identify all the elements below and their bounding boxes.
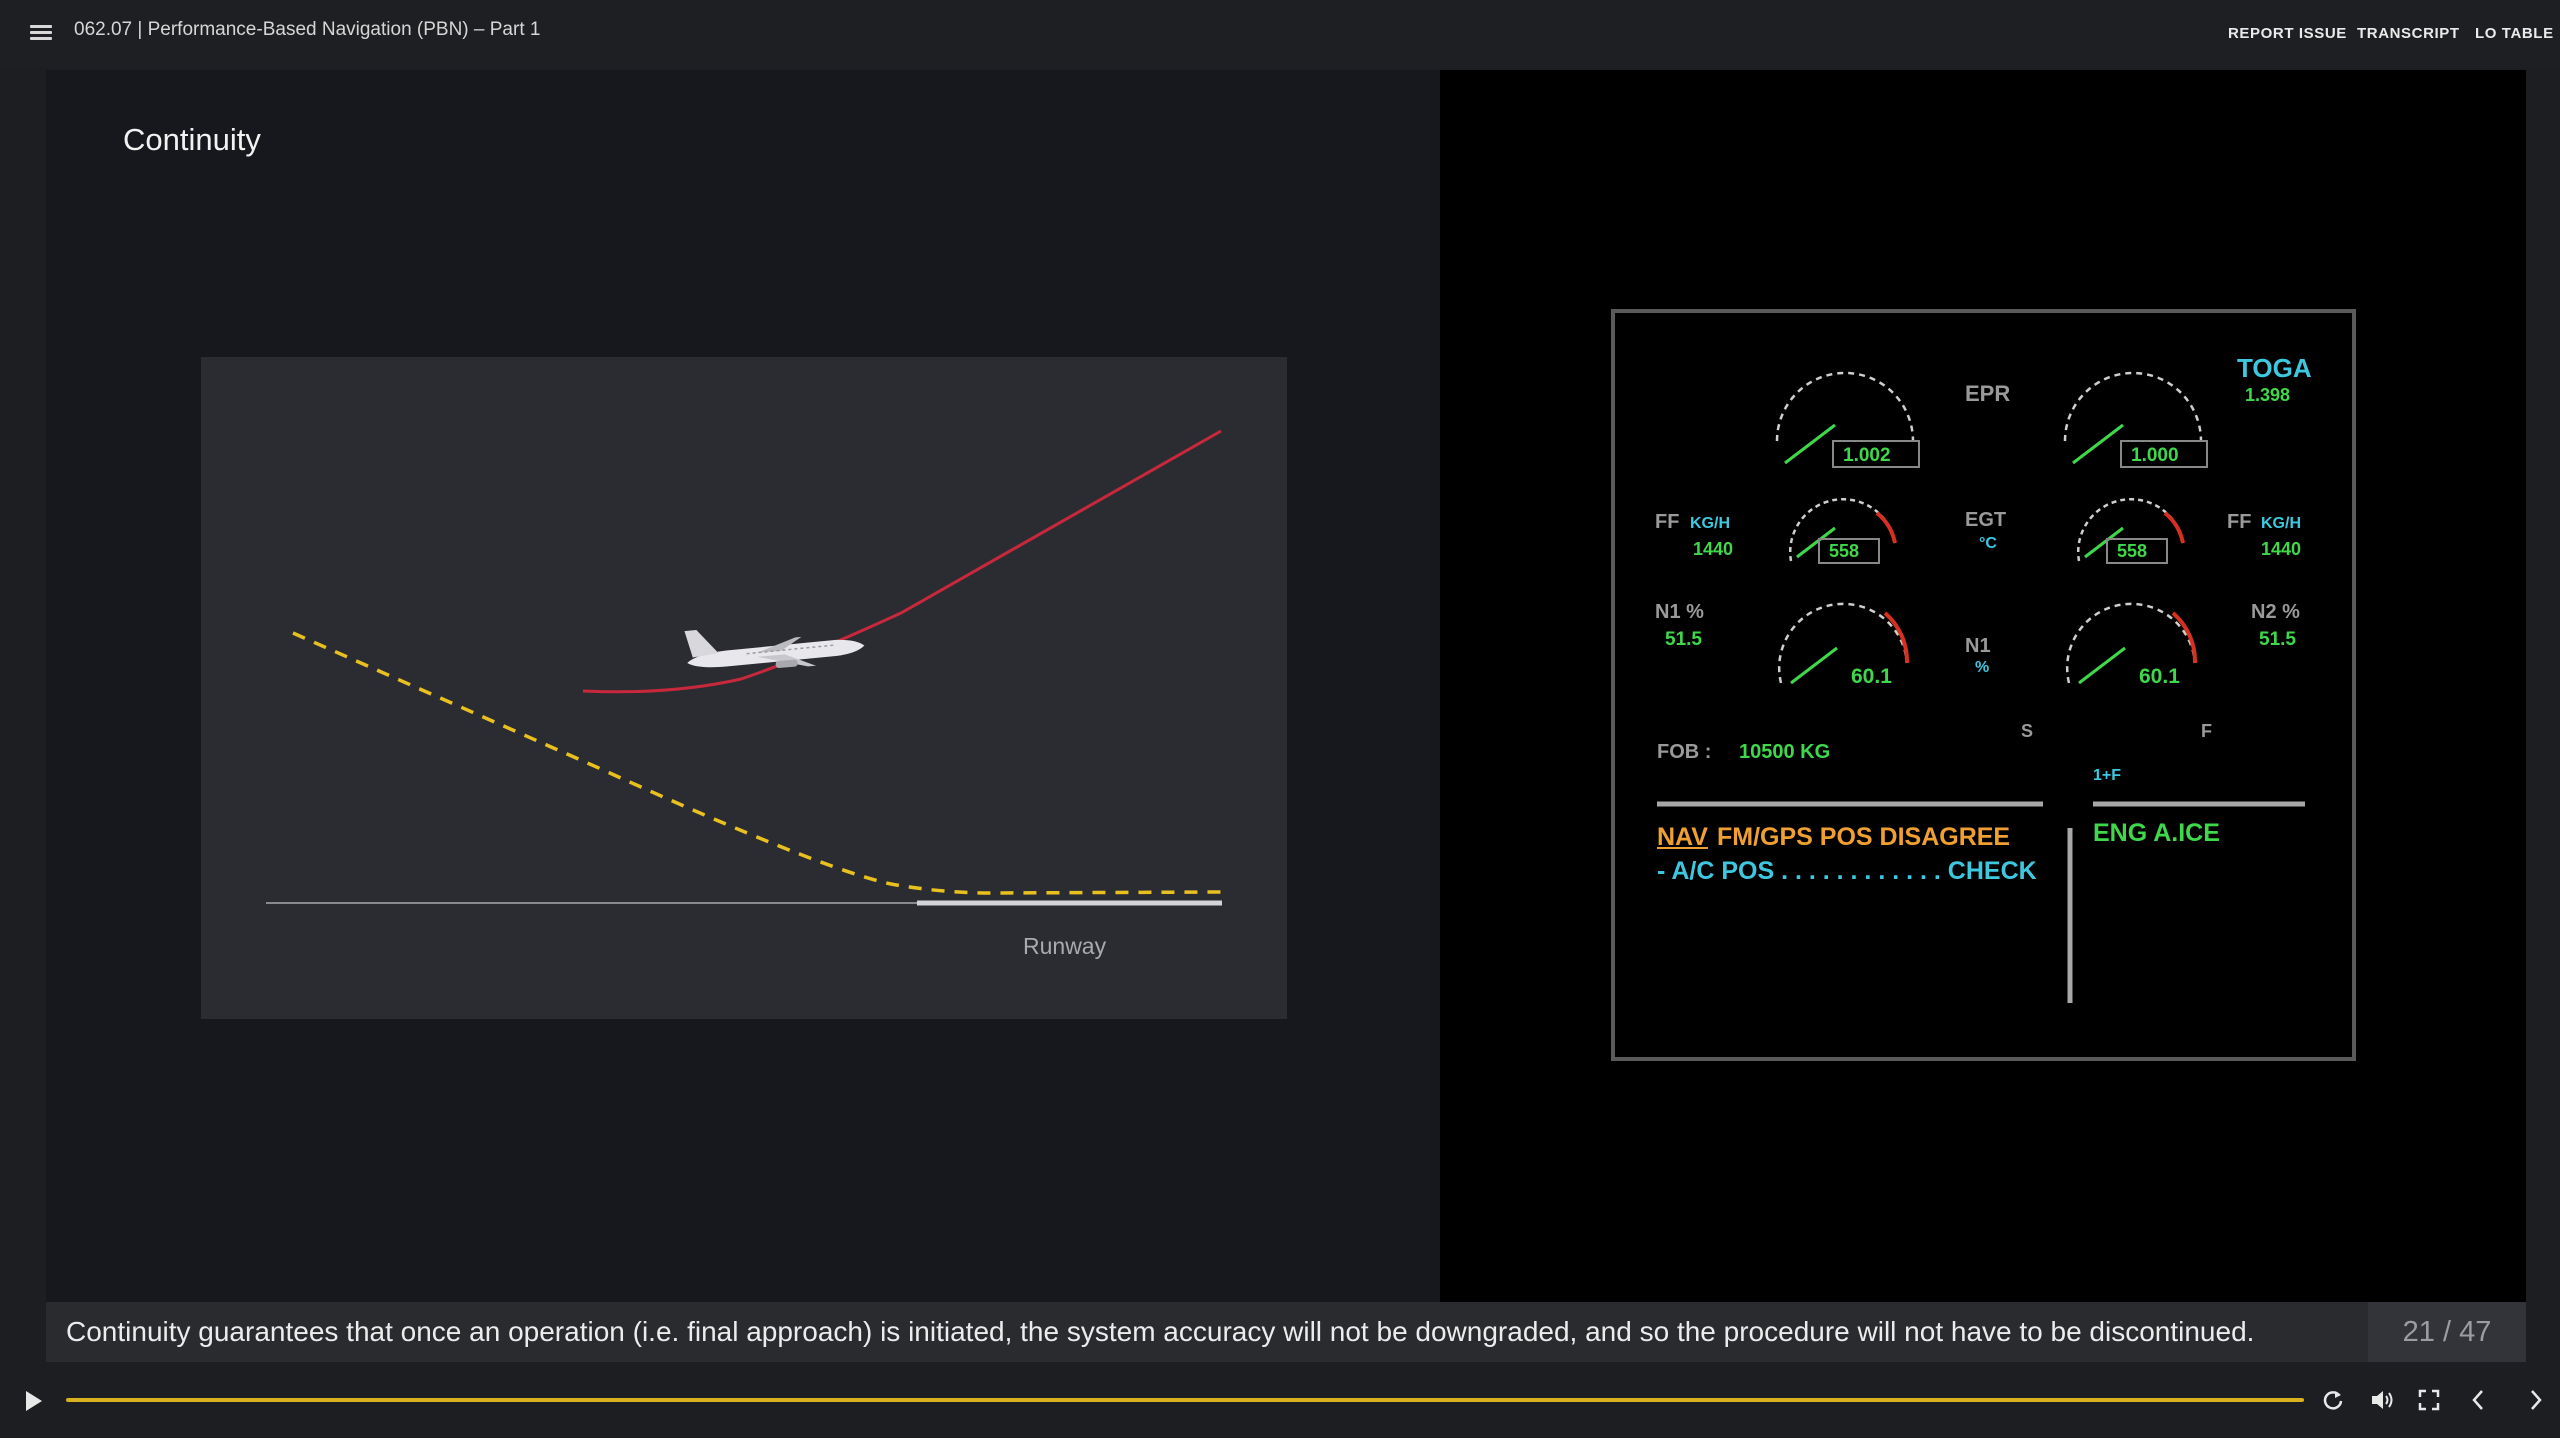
action-line: - A/C POS . . . . . . . . . . . . CHECK (1657, 857, 2037, 885)
page-counter: 21 / 47 (2368, 1302, 2526, 1362)
ff-right-value: 1440 (2261, 539, 2302, 559)
egt-right-value: 558 (2117, 541, 2148, 561)
toga-label: TOGA (2237, 353, 2312, 383)
prev-icon[interactable] (2470, 1389, 2486, 1416)
replay-icon[interactable] (2322, 1389, 2344, 1416)
n1-center-label: N1 (1965, 635, 1991, 657)
progress-bar[interactable] (66, 1398, 2304, 1402)
slide-title: Continuity (123, 122, 261, 157)
lo-table-link[interactable]: LO TABLE (2475, 25, 2554, 42)
n1-left-value: 60.1 (1851, 665, 1892, 688)
egt-left-value: 558 (1829, 541, 1860, 561)
egt-label: EGT (1965, 509, 2007, 531)
n1-center-unit: % (1975, 659, 1990, 676)
n1-label: N1 % (1655, 601, 1704, 623)
ff-left-value: 1440 (1693, 539, 1734, 559)
flap-position: 1+F (2093, 767, 2122, 784)
report-issue-link[interactable]: REPORT ISSUE (2228, 25, 2347, 42)
go-around-path (582, 429, 1222, 694)
ff-left-label: FF (1655, 511, 1680, 533)
ecam-display: EPR TOGA 1.398 1.002 1.000 FF KG/H 1440 … (1611, 309, 2356, 1061)
play-icon[interactable] (24, 1390, 44, 1417)
runway-label: Runway (1023, 933, 1107, 959)
n1-right-value: 60.1 (2139, 665, 2180, 688)
fob-value: 10500 KG (1739, 741, 1831, 763)
ff-right-unit: KG/H (2261, 515, 2301, 532)
n1-value: 51.5 (1665, 629, 1702, 650)
ff-left-unit: KG/H (1690, 515, 1730, 532)
caption-text: Continuity guarantees that once an opera… (66, 1316, 2255, 1347)
top-bar: 062.07 | Performance-Based Navigation (P… (0, 0, 2560, 68)
next-icon[interactable] (2528, 1389, 2544, 1416)
epr-left-value: 1.002 (1843, 445, 1891, 466)
n2-label: N2 % (2251, 601, 2300, 623)
nav-prefix: NAV (1657, 823, 1708, 851)
flap-f-label: F (2201, 721, 2212, 741)
player-controls (0, 1366, 2560, 1438)
epr-right-value: 1.000 (2131, 445, 2179, 466)
menu-icon[interactable] (30, 22, 52, 42)
fob-label: FOB : (1657, 741, 1712, 763)
flap-s-label: S (2021, 721, 2034, 741)
nav-warning-message: FM/GPS POS DISAGREE (1717, 823, 2011, 851)
volume-icon[interactable] (2370, 1389, 2394, 1416)
toga-value: 1.398 (2245, 385, 2291, 405)
course-title: 062.07 | Performance-Based Navigation (P… (74, 19, 541, 40)
ff-right-label: FF (2227, 511, 2252, 533)
fullscreen-icon[interactable] (2418, 1389, 2440, 1416)
memo-eng-a-ice: ENG A.ICE (2093, 819, 2220, 847)
slide-left-pane: Continuity Runway (46, 70, 1440, 1302)
n2-value: 51.5 (2259, 629, 2296, 650)
caption-bar: Continuity guarantees that once an opera… (46, 1302, 2526, 1362)
epr-label: EPR (1965, 381, 2011, 406)
approach-diagram: Runway (201, 357, 1287, 1019)
transcript-link[interactable]: TRANSCRIPT (2357, 25, 2460, 42)
egt-unit: °C (1979, 535, 1997, 552)
